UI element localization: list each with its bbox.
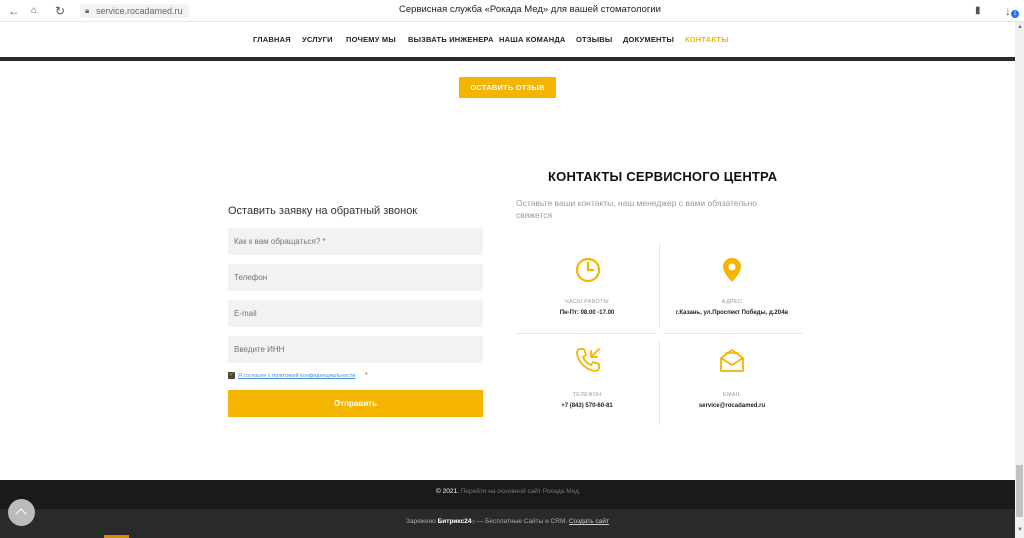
create-site-link[interactable]: Создать сайт: [569, 518, 609, 525]
footer-top: © 2021. Перейти на основной сайт Рокада …: [0, 480, 1015, 509]
email-label: EMAIL: [722, 392, 741, 398]
nav-divider: [0, 57, 1015, 61]
copyright-text: © 2021.: [436, 488, 459, 495]
email-input[interactable]: [228, 300, 483, 327]
consent-checkbox[interactable]: [228, 370, 235, 380]
bookmark-icon[interactable]: ▮: [975, 3, 981, 19]
hours-value: Пн-Пт: 08.00 -17.00: [559, 310, 615, 316]
phone-incoming-icon: [576, 348, 600, 372]
page-title: Сервисная служба «Рокада Мед» для вашей …: [399, 4, 661, 15]
name-input[interactable]: [228, 228, 483, 255]
nav-item-why-us[interactable]: ПОЧЕМУ МЫ: [346, 35, 396, 44]
scrollbar-thumb[interactable]: [1016, 465, 1023, 517]
browser-toolbar: ← ⌂ ↻ 🔒︎ service.rocadamed.ru Сервисная …: [0, 0, 1024, 22]
leave-review-button[interactable]: ОСТАВИТЬ ОТЗЫВ: [459, 77, 556, 98]
contacts-title: КОНТАКТЫ СЕРВИСНОГО ЦЕНТРА: [548, 169, 778, 184]
address-label: АДРЕС: [721, 299, 743, 305]
scroll-to-top-button[interactable]: [8, 499, 35, 526]
map-pin-icon: [723, 258, 741, 282]
callback-form-title: Оставить заявку на обратный звонок: [228, 205, 418, 217]
main-nav: ГЛАВНАЯ УСЛУГИ ПОЧЕМУ МЫ ВЫЗВАТЬ ИНЖЕНЕР…: [0, 22, 1015, 58]
nav-item-team[interactable]: НАША КОМАНДА: [499, 35, 566, 44]
email-value[interactable]: service@rocadamed.ru: [657, 403, 807, 409]
powered-prefix: Заряжено: [406, 518, 436, 525]
bitrix-logo[interactable]: Битрикс24: [438, 518, 472, 525]
contacts-divider-horizontal: [516, 333, 656, 334]
phone-label: ТЕЛЕФОН: [572, 392, 602, 398]
nav-item-home[interactable]: ГЛАВНАЯ: [253, 35, 291, 44]
required-star: *: [365, 372, 368, 379]
nav-item-reviews[interactable]: ОТЗЫВЫ: [576, 35, 612, 44]
contacts-divider-horizontal: [663, 333, 803, 334]
download-icon[interactable]: ↓: [1005, 3, 1011, 19]
nav-item-call-engineer[interactable]: ВЫЗВАТЬ ИНЖЕНЕРА: [408, 35, 494, 44]
nav-item-documents[interactable]: ДОКУМЕНТЫ: [623, 35, 674, 44]
phone-input[interactable]: [228, 264, 483, 291]
phone-value[interactable]: +7 (843) 570-60-81: [512, 403, 662, 409]
submit-button[interactable]: Отправить: [228, 390, 483, 417]
hours-label: ЧАСЫ РАБОТЫ: [565, 299, 609, 305]
clock-icon: [575, 257, 601, 283]
address-value: г.Казань, ул.Проспект Победы, д.204в: [675, 310, 789, 316]
main-site-link[interactable]: Перейти на основной сайт Рокада Мед: [461, 488, 579, 495]
nav-item-services[interactable]: УСЛУГИ: [302, 35, 333, 44]
bitrix-clock-icon: ◷: [471, 519, 475, 524]
scroll-down-arrow-icon[interactable]: ▼: [1017, 527, 1023, 533]
nav-item-contacts[interactable]: КОНТАКТЫ: [685, 35, 729, 44]
notification-badge: 1: [1011, 10, 1019, 18]
contacts-divider-vertical: [659, 340, 660, 425]
contacts-subtitle: Оставьте ваши контакты, наш менеджер с в…: [516, 198, 758, 220]
powered-mid: — Бесплатные Сайты и CRM.: [476, 518, 568, 525]
scroll-up-arrow-icon[interactable]: ▲: [1017, 24, 1023, 30]
footer-bottom: Заряжено Битрикс24◷ — Бесплатные Сайты и…: [0, 509, 1015, 538]
envelope-icon: [720, 349, 744, 372]
privacy-policy-link[interactable]: Я согласен с политикой конфиденциальност…: [238, 371, 355, 381]
page-scrollbar[interactable]: ▲ ▼: [1015, 22, 1024, 538]
inn-input[interactable]: [228, 336, 483, 363]
